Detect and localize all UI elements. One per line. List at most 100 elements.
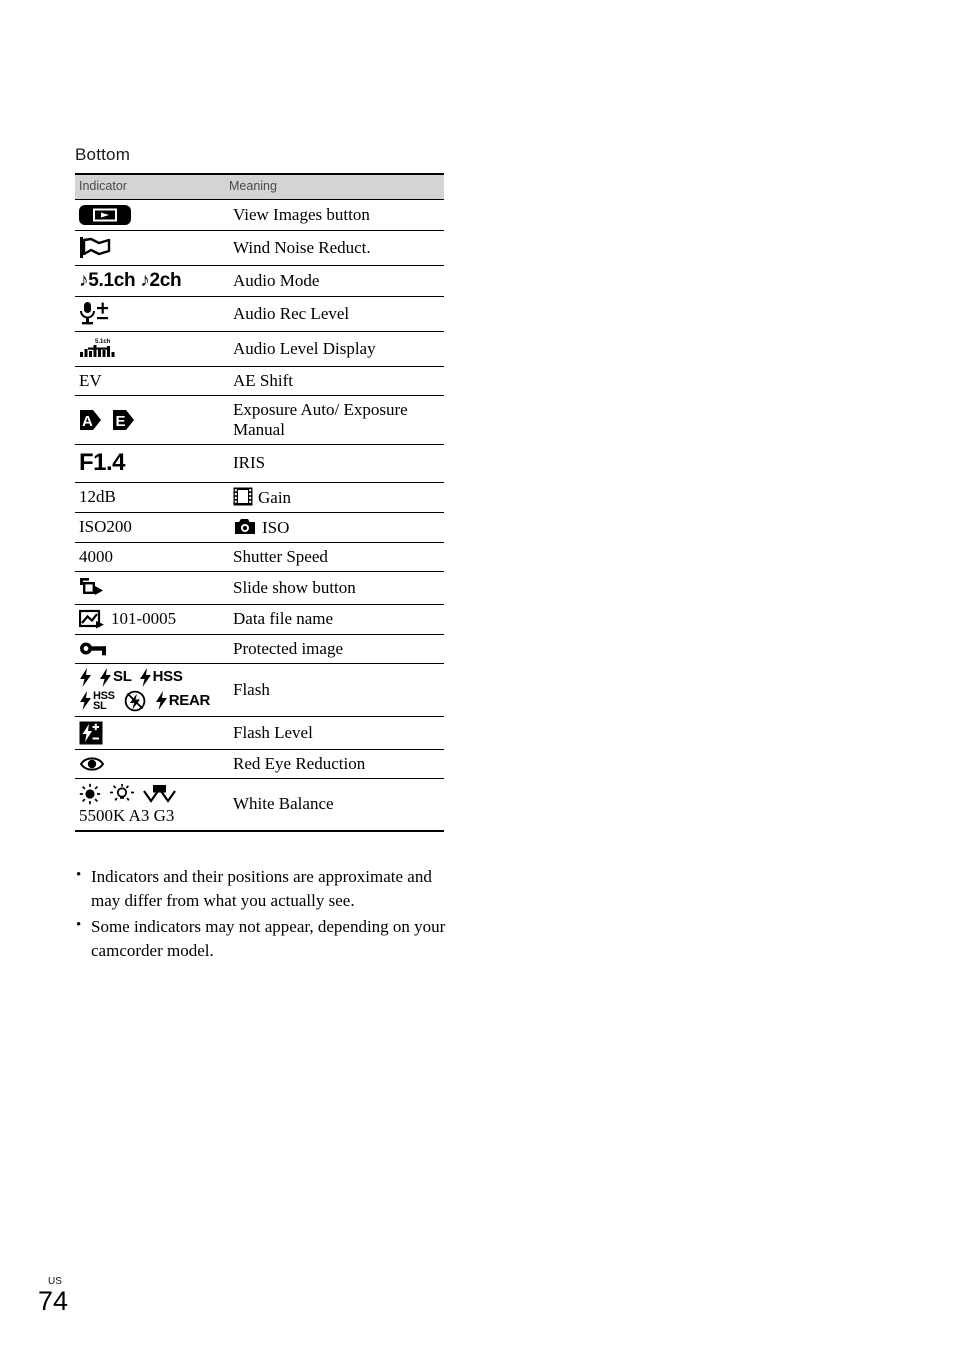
meaning-text: ISO	[262, 517, 290, 537]
bullet-icon: •	[76, 867, 82, 883]
iris-value: F1.4	[79, 449, 126, 477]
flash-icon	[79, 667, 92, 687]
meaning-text: Gain	[258, 487, 292, 507]
meaning-text: Data file name	[233, 609, 334, 629]
svg-text:5.1ch: 5.1ch	[95, 339, 111, 345]
meaning-text: Protected image	[233, 638, 343, 658]
notes-list: • Indicators and their positions are app…	[76, 865, 448, 966]
meaning-cell: AE Shift	[225, 366, 444, 397]
view-images-button-icon	[79, 204, 223, 226]
ae-shift-value: EV	[79, 371, 102, 391]
indicator-cell: ♪5.1ch ♪2ch	[75, 265, 225, 298]
audio-level-meter-icon: 5.1ch	[79, 336, 223, 362]
table-row: A E Exposure Auto/ Exposure Manual	[75, 395, 444, 446]
table-row: EV AE Shift	[75, 366, 444, 397]
note-item: • Indicators and their positions are app…	[76, 865, 448, 913]
page-section-heading: Bottom	[75, 145, 131, 164]
white-balance-values: 5500K A3 G3	[79, 805, 175, 825]
table-row: Wind Noise Reduct.	[75, 230, 444, 266]
camera-icon	[233, 517, 257, 536]
column-header-meaning: Meaning	[225, 172, 444, 200]
meaning-cell: Shutter Speed	[225, 542, 444, 572]
indicator-cell	[75, 571, 225, 605]
indicator-cell: 5500K A3 G3	[75, 778, 225, 832]
meaning-cell: Protected image	[225, 634, 444, 664]
indicator-cell: 5.1ch	[75, 331, 225, 368]
note-text: Some indicators may not appear, dependin…	[91, 917, 446, 961]
meaning-text: Audio Level Display	[233, 339, 376, 359]
flash-sl-bottom-label: SL	[93, 699, 107, 712]
shutter-speed-value: 4000	[79, 546, 113, 566]
one-push-wb-icon	[143, 783, 177, 805]
meaning-text: Slide show button	[233, 577, 356, 597]
flash-off-icon	[124, 690, 146, 712]
flash-sl-label: SL	[113, 668, 132, 686]
meaning-cell: Red Eye Reduction	[225, 749, 444, 779]
table-row: 101-0005 Data file name	[75, 604, 444, 635]
gain-value: 12dB	[79, 487, 116, 507]
indicator-meaning-table: Indicator Meaning View Images button Win…	[75, 172, 444, 832]
svg-text:A: A	[82, 413, 93, 430]
film-frame-icon	[233, 487, 253, 506]
key-icon	[79, 639, 223, 659]
meaning-cell: Exposure Auto/ Exposure Manual	[225, 395, 444, 446]
data-file-name-value: 101-0005	[111, 609, 177, 629]
meaning-cell: Flash Level	[225, 716, 444, 750]
flash-rear-icon: REAR	[155, 691, 211, 711]
flash-hss-icon: HSS	[139, 667, 183, 687]
flash-sl-icon: SL	[99, 667, 132, 687]
indicator-cell: F1.4	[75, 444, 225, 483]
meaning-cell: Flash	[225, 663, 444, 717]
table-header-row: Indicator Meaning	[75, 172, 444, 200]
meaning-text: AE Shift	[233, 371, 293, 391]
meaning-text: Flash Level	[233, 722, 313, 742]
indicator-cell: 12dB	[75, 482, 225, 513]
indicator-cell	[75, 296, 225, 333]
indicator-cell	[75, 634, 225, 664]
meaning-cell: Wind Noise Reduct.	[225, 230, 444, 266]
table-row: 4000 Shutter Speed	[75, 542, 444, 572]
table-row: Red Eye Reduction	[75, 749, 444, 779]
picture-file-icon	[79, 609, 105, 630]
folio-number: 74	[38, 1286, 69, 1316]
audio-mode-values: ♪5.1ch ♪2ch	[79, 269, 182, 291]
meaning-text: Audio Rec Level	[233, 304, 350, 324]
flash-hss-label: HSS	[152, 668, 183, 686]
note-item: • Some indicators may not appear, depend…	[76, 915, 448, 963]
indicator-cell	[75, 716, 225, 750]
microphone-icon	[79, 301, 223, 327]
meaning-text: White Balance	[233, 794, 334, 814]
meaning-text: Red Eye Reduction	[233, 753, 366, 773]
indicator-cell	[75, 230, 225, 266]
table-row: 12dB Gain	[75, 482, 444, 513]
exposure-auto-icon: A	[79, 409, 103, 431]
meaning-cell: IRIS	[225, 444, 444, 483]
table-row: 5500K A3 G3 White Balance	[75, 778, 444, 832]
wind-noise-flag-icon	[79, 235, 223, 261]
indicator-cell: SL HSS HSS SL REAR	[75, 663, 225, 717]
incandescent-bulb-icon	[109, 783, 135, 805]
table-row: View Images button	[75, 199, 444, 231]
meaning-text: Shutter Speed	[233, 546, 328, 566]
table-row: Slide show button	[75, 571, 444, 605]
red-eye-icon	[79, 754, 223, 774]
bullet-icon: •	[76, 917, 82, 934]
indicator-cell	[75, 199, 225, 231]
indicator-cell: ISO200	[75, 512, 225, 543]
meaning-cell: White Balance	[225, 778, 444, 832]
meaning-cell: Gain	[225, 482, 444, 513]
meaning-cell: Audio Rec Level	[225, 296, 444, 333]
indicator-cell: EV	[75, 366, 225, 397]
meaning-text: View Images button	[233, 204, 370, 224]
meaning-text: IRIS	[233, 453, 266, 473]
table-row: Audio Rec Level	[75, 296, 444, 333]
indicator-cell: 101-0005	[75, 604, 225, 635]
svg-text:E: E	[116, 413, 126, 430]
meaning-cell: Audio Mode	[225, 265, 444, 298]
meaning-cell: ISO	[225, 512, 444, 543]
flash-rear-label: REAR	[168, 691, 211, 709]
table-row: ISO200 ISO	[75, 512, 444, 543]
table-row: ♪5.1ch ♪2ch Audio Mode	[75, 265, 444, 298]
sun-icon	[79, 783, 101, 805]
exposure-manual-icon: E	[112, 409, 136, 431]
